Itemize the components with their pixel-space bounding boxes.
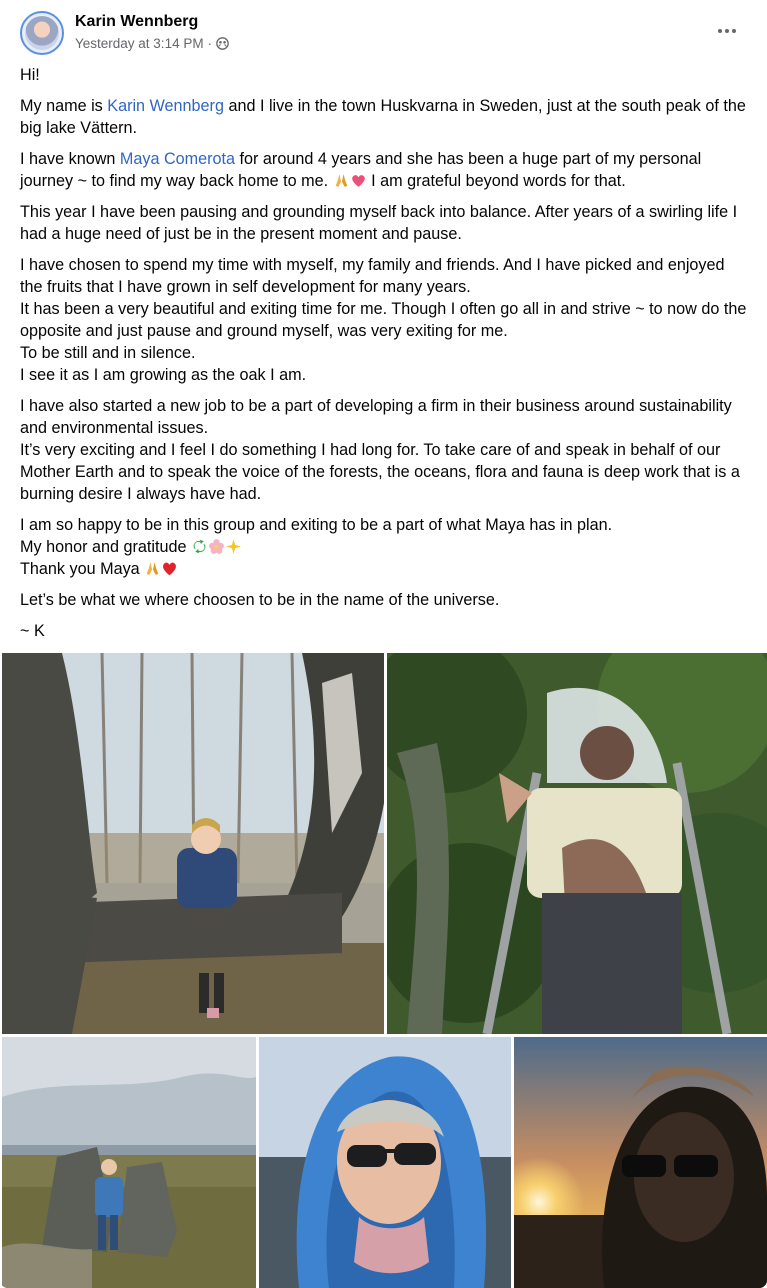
post-timestamp[interactable]: Yesterday at 3:14 PM <box>75 36 204 51</box>
text-span: I am grateful beyond words for that. <box>366 172 626 190</box>
photo-woman-by-tree[interactable] <box>2 653 384 1034</box>
mention-karin[interactable]: Karin Wennberg <box>107 97 224 115</box>
sparkles-emoji-icon <box>226 539 241 554</box>
text-line: I am so happy to be in this group and ex… <box>20 516 613 534</box>
mention-maya[interactable]: Maya Comerota <box>120 150 235 168</box>
paragraph-2: I have known Maya Comerota for around 4 … <box>20 148 750 192</box>
folded-hands-emoji-icon <box>146 562 159 575</box>
post-header: Karin Wennberg Yesterday at 3:14 PM · <box>20 11 747 55</box>
photo-woman-by-rock[interactable] <box>2 1037 256 1288</box>
post-text: Hi! My name is Karin Wennberg and I live… <box>20 64 750 651</box>
photo-sunset-selfie[interactable] <box>514 1037 767 1288</box>
blossom-emoji-icon <box>209 539 224 554</box>
paragraph-7: Let’s be what we where choosen to be in … <box>20 591 500 609</box>
text-span: My honor and gratitude <box>20 538 191 556</box>
paragraph-5: I have also started a new job to be a pa… <box>20 395 750 505</box>
text-line: My honor and gratitude <box>20 536 750 558</box>
text-line: I have also started a new job to be a pa… <box>20 397 732 437</box>
text-line: To be still and in silence. <box>20 344 196 362</box>
text-line: I see it as I am growing as the oak I am… <box>20 366 307 384</box>
text-span: I have known <box>20 150 120 168</box>
more-options-icon[interactable] <box>715 21 739 41</box>
text-line: It’s very exciting and I feel I do somet… <box>20 441 740 503</box>
text-span: My name is <box>20 97 108 115</box>
folded-hands-emoji-icon <box>335 174 347 187</box>
paragraph-1: My name is Karin Wennberg and I live in … <box>20 95 750 139</box>
signoff: ~ K <box>20 622 45 640</box>
paragraph-3: This year I have been pausing and ground… <box>20 203 738 243</box>
text-line: I have chosen to spend my time with myse… <box>20 256 725 296</box>
paragraph-greeting: Hi! <box>20 66 40 84</box>
red-heart-emoji-icon <box>163 562 177 576</box>
meta-separator: · <box>207 36 213 51</box>
recycle-emoji-icon <box>193 539 206 554</box>
text-span: Thank you Maya <box>20 560 145 578</box>
author-avatar[interactable] <box>20 11 64 55</box>
paragraph-4: I have chosen to spend my time with myse… <box>20 254 750 386</box>
sparkling-heart-emoji-icon <box>351 175 365 187</box>
post-card: Karin Wennberg Yesterday at 3:14 PM · Hi… <box>0 0 767 1288</box>
text-line: It has been a very beautiful and exiting… <box>20 300 747 340</box>
post-meta: Yesterday at 3:14 PM · <box>75 36 229 51</box>
text-line: Thank you Maya <box>20 558 750 580</box>
photo-woman-on-ladder[interactable] <box>387 653 767 1034</box>
paragraph-6: I am so happy to be in this group and ex… <box>20 514 750 580</box>
photo-woman-blue-hood[interactable] <box>259 1037 511 1288</box>
friends-icon[interactable] <box>216 37 229 50</box>
author-name[interactable]: Karin Wennberg <box>75 13 198 31</box>
